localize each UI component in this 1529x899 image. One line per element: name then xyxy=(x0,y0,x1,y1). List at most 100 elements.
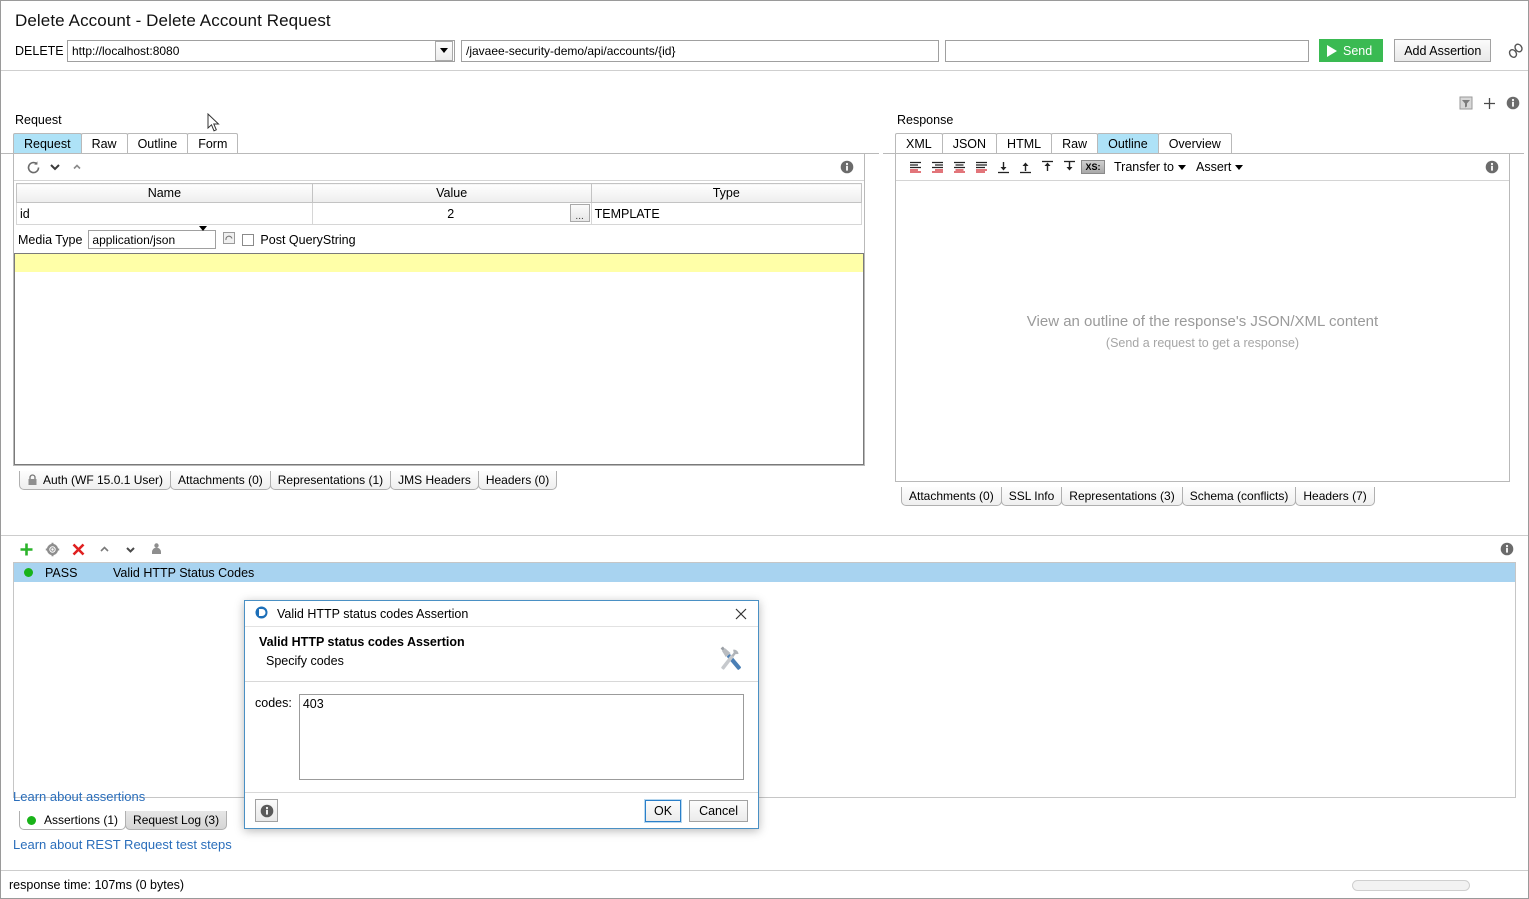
dialog-heading: Valid HTTP status codes Assertion xyxy=(259,635,465,649)
param-type-cell[interactable]: TEMPLATE xyxy=(590,202,863,225)
endpoint-dropdown-button[interactable] xyxy=(435,40,453,61)
send-button[interactable]: Send xyxy=(1319,39,1384,62)
request-params-table: Name Value Type id 2 ... TEMPLATE xyxy=(16,183,863,225)
dialog-footer: OK Cancel xyxy=(245,792,758,828)
response-bottom-tabs: Attachments (0) SSL Info Representations… xyxy=(883,487,1524,509)
move-down-icon[interactable] xyxy=(992,156,1014,178)
clone-icon[interactable] xyxy=(145,538,167,560)
bottom-tab-jms-headers[interactable]: JMS Headers xyxy=(390,471,479,490)
status-dot-icon xyxy=(27,815,36,825)
header-divider xyxy=(1,70,1528,71)
tab-html[interactable]: HTML xyxy=(996,133,1053,153)
media-type-dropdown-button[interactable] xyxy=(199,226,215,248)
tab-raw[interactable]: Raw xyxy=(1051,133,1099,153)
resource-path-input[interactable]: /javaee-security-demo/api/accounts/{id} xyxy=(461,39,939,62)
bottom-tab-auth[interactable]: Auth (WF 15.0.1 User) xyxy=(19,471,172,490)
xs-format-icon[interactable]: XS: xyxy=(1080,156,1106,178)
ok-button[interactable]: OK xyxy=(644,798,683,823)
filter-icon[interactable] xyxy=(1459,96,1473,113)
dialog-header-text: Valid HTTP status codes Assertion Specif… xyxy=(259,635,704,681)
info-icon[interactable] xyxy=(1506,96,1520,113)
request-panel-label: Request xyxy=(15,113,62,127)
align-right-icon[interactable] xyxy=(926,156,948,178)
chevron-down-icon xyxy=(440,48,448,53)
move-up-icon[interactable] xyxy=(1014,156,1036,178)
tab-outline[interactable]: Outline xyxy=(1097,133,1159,153)
wrench-screwdriver-icon xyxy=(704,635,758,681)
param-name-cell[interactable]: id xyxy=(16,202,313,225)
send-button-label: Send xyxy=(1343,43,1373,58)
move-down-icon[interactable] xyxy=(119,538,141,560)
table-row[interactable]: id 2 ... TEMPLATE xyxy=(16,202,863,225)
memory-bar[interactable] xyxy=(1352,880,1470,891)
post-querystring-checkbox[interactable] xyxy=(242,233,255,246)
bottom-tab-headers[interactable]: Headers (7) xyxy=(1295,487,1375,506)
tab-overview[interactable]: Overview xyxy=(1157,133,1232,153)
tab-request[interactable]: Request xyxy=(13,133,82,153)
query-params-input[interactable] xyxy=(945,39,1309,62)
refresh-icon[interactable] xyxy=(22,156,44,178)
column-header-type: Type xyxy=(590,183,863,203)
media-type-value: application/json xyxy=(92,232,176,247)
dialog-body: codes: xyxy=(245,682,758,792)
bottom-tab-schema[interactable]: Schema (conflicts) xyxy=(1181,487,1297,506)
plus-icon[interactable] xyxy=(1483,97,1496,113)
response-empty-submessage: (Send a request to get a response) xyxy=(1105,335,1300,350)
chevron-down-icon[interactable] xyxy=(44,156,66,178)
tab-json[interactable]: JSON xyxy=(941,133,998,153)
bottom-tab-ssl-info[interactable]: SSL Info xyxy=(1000,487,1063,506)
assertions-list[interactable]: PASS Valid HTTP Status Codes xyxy=(13,562,1516,798)
align-left-icon[interactable] xyxy=(904,156,926,178)
panel-toolbar-icons xyxy=(1459,96,1520,113)
dialog-title-bar: Valid HTTP status codes Assertion xyxy=(245,601,758,627)
add-icon[interactable] xyxy=(15,538,37,560)
codes-field-label: codes: xyxy=(255,696,292,710)
add-assertion-button[interactable]: Add Assertion xyxy=(1394,39,1492,62)
info-icon[interactable] xyxy=(836,156,858,178)
chevron-up-icon[interactable] xyxy=(66,156,88,178)
bottom-tab-representations[interactable]: Representations (3) xyxy=(1061,487,1183,506)
close-icon[interactable] xyxy=(730,603,752,625)
info-icon[interactable] xyxy=(1496,538,1518,560)
move-up-icon[interactable] xyxy=(93,538,115,560)
param-value-edit-button[interactable]: ... xyxy=(569,204,590,222)
chevron-down-icon xyxy=(1235,164,1244,170)
endpoint-combobox[interactable]: http://localhost:8080 xyxy=(67,39,455,62)
bottom-tab-attachments[interactable]: Attachments (0) xyxy=(901,487,1002,506)
response-time-text: response time: 107ms (0 bytes) xyxy=(9,877,185,892)
tab-outline[interactable]: Outline xyxy=(126,133,189,153)
cancel-button[interactable]: Cancel xyxy=(689,799,748,822)
bottom-tab-assertions[interactable]: Assertions (1) xyxy=(19,811,127,830)
align-center-icon[interactable] xyxy=(948,156,970,178)
media-type-combobox[interactable]: application/json xyxy=(88,226,217,249)
remove-icon[interactable] xyxy=(67,538,89,560)
codes-input[interactable] xyxy=(298,694,744,780)
param-value-cell[interactable]: 2 ... xyxy=(311,202,592,225)
request-body-editor[interactable] xyxy=(14,253,864,465)
assertions-section: PASS Valid HTTP Status Codes Learn about… xyxy=(1,535,1528,866)
transfer-to-label: Transfer to xyxy=(1114,160,1174,174)
recursive-icon[interactable] xyxy=(222,231,236,248)
move-bottom-icon[interactable] xyxy=(1058,156,1080,178)
assert-menu[interactable]: Assert xyxy=(1196,160,1244,174)
link-chain-icon[interactable] xyxy=(1505,40,1527,62)
assertion-row[interactable]: PASS Valid HTTP Status Codes xyxy=(14,563,1515,582)
learn-about-assertions-link[interactable]: Learn about assertions xyxy=(13,789,145,804)
bottom-tab-attachments[interactable]: Attachments (0) xyxy=(170,471,271,490)
learn-about-rest-request-test-steps-link[interactable]: Learn about REST Request test steps xyxy=(13,837,232,852)
info-icon[interactable] xyxy=(1481,156,1503,178)
bottom-tab-representations[interactable]: Representations (1) xyxy=(269,471,392,490)
tab-raw[interactable]: Raw xyxy=(80,133,128,153)
tab-form[interactable]: Form xyxy=(187,133,239,153)
configure-icon[interactable] xyxy=(41,538,63,560)
title-bar: Delete Account - Delete Account Request xyxy=(1,1,1528,35)
bottom-tab-headers[interactable]: Headers (0) xyxy=(477,471,558,490)
transfer-to-menu[interactable]: Transfer to xyxy=(1114,160,1186,174)
request-tabs: Request Raw Outline Form xyxy=(1,133,879,154)
panels-area: Request Request Raw Outline Form Name Va… xyxy=(1,113,1528,533)
align-justify-icon[interactable] xyxy=(970,156,992,178)
tab-xml[interactable]: XML xyxy=(895,133,943,153)
move-top-icon[interactable] xyxy=(1036,156,1058,178)
dialog-info-button[interactable] xyxy=(255,799,278,822)
bottom-tab-request-log[interactable]: Request Log (3) xyxy=(125,811,228,830)
